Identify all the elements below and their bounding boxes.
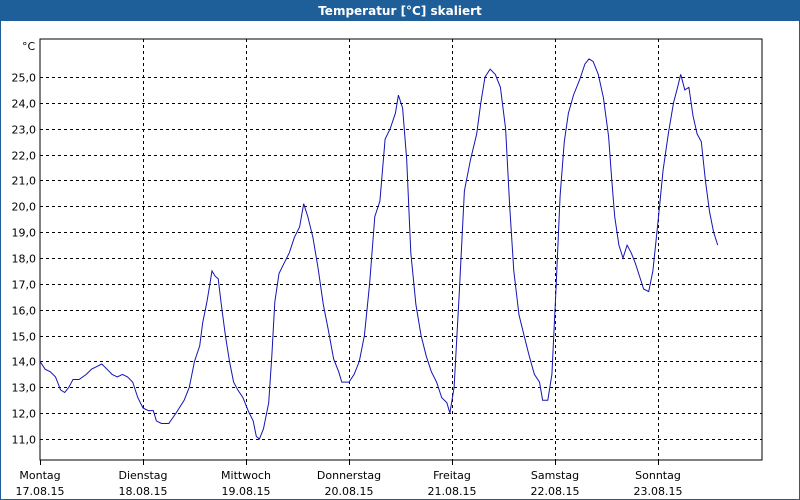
y-tick-label: 21,0: [12, 175, 37, 188]
x-tick-day-label: Freitag: [433, 469, 471, 482]
y-tick-label: 15,0: [12, 331, 37, 344]
x-axis-labels: Montag 17.08.15 Dienstag 18.08.15 Mittwoch 19…: [16, 469, 683, 498]
x-tick-date-label: 20.08.15: [325, 485, 374, 498]
x-tick-date-label: 19.08.15: [222, 485, 271, 498]
y-tick-label: 19,0: [12, 227, 37, 240]
x-tick-date-label: 22.08.15: [531, 485, 580, 498]
y-tick-label: 16,0: [12, 305, 37, 318]
y-tick-label: 20,0: [12, 201, 37, 214]
x-tick-date-label: 21.08.15: [428, 485, 477, 498]
x-tick-day-label: Sonntag: [635, 469, 681, 482]
x-tick-day-label: Montag: [19, 469, 60, 482]
x-tick-date-label: 18.08.15: [119, 485, 168, 498]
x-tick-day-label: Samstag: [531, 469, 579, 482]
y-axis-unit: °C: [22, 40, 36, 53]
y-tick-label: 24,0: [12, 98, 37, 111]
y-tick-label: 14,0: [12, 356, 37, 369]
x-tick-day-label: Mittwoch: [221, 469, 271, 482]
y-tick-label: 11,0: [12, 434, 37, 447]
y-tick-label: 22,0: [12, 150, 37, 163]
x-tick-day-label: Donnerstag: [317, 469, 381, 482]
y-tick-label: 13,0: [12, 382, 37, 395]
y-tick-label: 12,0: [12, 408, 37, 421]
y-tick-label: 23,0: [12, 124, 37, 137]
y-tick-label: 18,0: [12, 253, 37, 266]
x-tick-date-label: 23.08.15: [634, 485, 683, 498]
y-axis-labels: 11,0 12,0 13,0 14,0 15,0 16,0 17,0 18,0 19,0 20,0…: [12, 72, 37, 447]
y-tick-label: 17,0: [12, 279, 37, 292]
x-tick-day-label: Dienstag: [118, 469, 167, 482]
y-tick-label: 25,0: [12, 72, 37, 85]
temperature-chart: 11,0 12,0 13,0 14,0 15,0 16,0 17,0 18,0 19,0 20,0…: [12, 38, 763, 498]
x-tick-date-label: 17.08.15: [16, 485, 65, 498]
